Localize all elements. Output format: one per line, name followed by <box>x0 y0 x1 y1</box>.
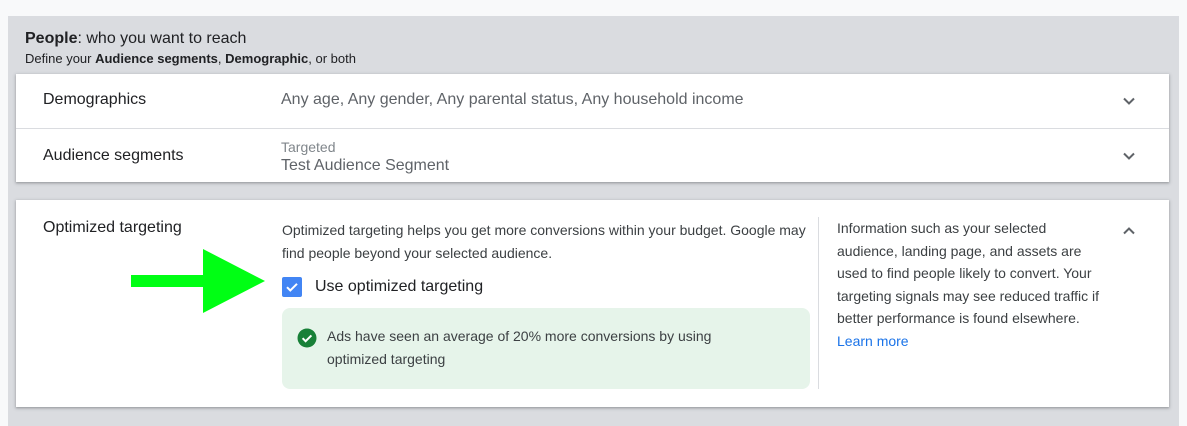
learn-more-link[interactable]: Learn more <box>837 333 909 349</box>
optimized-targeting-description: Optimized targeting helps you get more c… <box>282 222 806 261</box>
audience-segments-label: Audience segments <box>43 147 184 164</box>
demographics-row[interactable]: Demographics Any age, Any gender, Any pa… <box>16 74 1169 128</box>
success-notice: Ads have seen an average of 20% more con… <box>282 308 810 389</box>
demographics-value: Any age, Any gender, Any parental status… <box>281 91 744 108</box>
section-header: People: who you want to reach Define you… <box>25 29 356 67</box>
targeting-summary-card: Demographics Any age, Any gender, Any pa… <box>16 74 1169 182</box>
audience-segments-row[interactable]: Audience segments Targeted Test Audience… <box>16 128 1169 182</box>
annotation-arrow <box>131 249 265 313</box>
section-subtitle: Define your Audience segments, Demograph… <box>25 51 356 66</box>
chevron-down-icon[interactable] <box>1121 148 1137 164</box>
chevron-down-icon[interactable] <box>1121 93 1137 109</box>
use-optimized-targeting-checkbox[interactable]: Use optimized targeting <box>282 277 483 297</box>
checkbox-checked[interactable] <box>282 277 302 297</box>
check-circle-icon <box>297 328 317 348</box>
info-text: Information such as your selected audien… <box>837 220 1099 327</box>
check-icon <box>286 283 298 292</box>
optimized-targeting-label: Optimized targeting <box>43 219 182 236</box>
chevron-up-icon[interactable] <box>1121 223 1137 239</box>
people-section: People: who you want to reach Define you… <box>8 16 1179 426</box>
vertical-divider <box>818 217 819 389</box>
section-title: People: who you want to reach <box>25 30 247 47</box>
notice-text: Ads have seen an average of 20% more con… <box>327 328 712 367</box>
info-panel: Information such as your selected audien… <box>837 217 1105 353</box>
audience-segments-value: Test Audience Segment <box>281 157 450 174</box>
demographics-label: Demographics <box>43 91 147 108</box>
audience-segments-caption: Targeted <box>281 139 336 155</box>
checkbox-label: Use optimized targeting <box>315 278 484 295</box>
